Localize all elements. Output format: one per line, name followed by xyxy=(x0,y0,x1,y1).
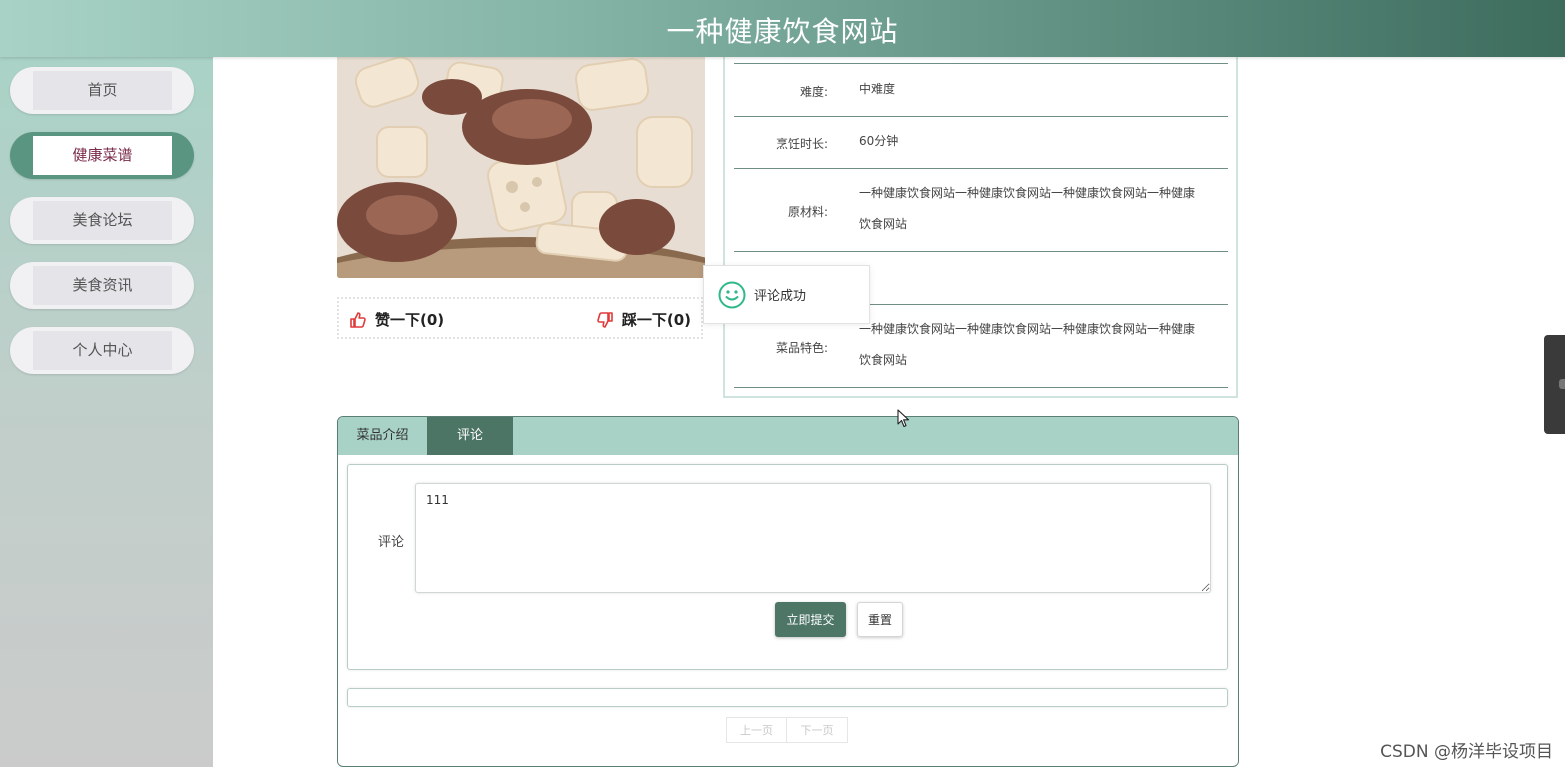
mouse-cursor-icon xyxy=(897,409,910,428)
features-value: 一种健康饮食网站一种健康饮食网站一种健康饮食网站一种健康饮食网站 xyxy=(859,322,1196,367)
pagination: 上一页 下一页 xyxy=(726,717,848,743)
comment-textarea[interactable]: 111 xyxy=(415,483,1211,593)
sidebar: 首页 健康菜谱 美食论坛 美食资讯 个人中心 xyxy=(0,57,213,767)
info-row-difficulty: 难度: 中难度 xyxy=(734,64,1228,117)
sidebar-item-label: 健康菜谱 xyxy=(33,136,172,175)
side-drawer-handle[interactable] xyxy=(1544,335,1565,434)
tab-comment[interactable]: 评论 xyxy=(427,417,513,455)
ingredients-value: 一种健康饮食网站一种健康饮食网站一种健康饮食网站一种健康饮食网站 xyxy=(859,186,1196,231)
recipe-info-card: 难度: 中难度 烹饪时长: 60分钟 原材料: 一种健康饮食网站一种健康饮食网站… xyxy=(723,57,1238,398)
sidebar-item-label: 美食论坛 xyxy=(33,201,172,240)
comment-list xyxy=(347,688,1228,707)
smile-icon xyxy=(718,281,746,308)
thumbs-down-icon xyxy=(597,311,613,328)
prev-page-button[interactable]: 上一页 xyxy=(726,717,787,743)
watermark: CSDN @杨洋毕设项目 xyxy=(1380,742,1553,762)
chevron-left-icon xyxy=(1559,379,1565,389)
tab-recipe-intro[interactable]: 菜品介绍 xyxy=(338,417,427,455)
sidebar-item-label: 美食资讯 xyxy=(33,266,172,305)
sidebar-item-user-center[interactable]: 个人中心 xyxy=(10,327,194,374)
difficulty-label: 难度: xyxy=(799,85,828,99)
recipe-tab-panel: 菜品介绍 评论 评论 111 立即提交 重置 上一页 下一页 xyxy=(337,416,1239,767)
sidebar-item-label: 个人中心 xyxy=(33,331,172,370)
sidebar-item-food-news[interactable]: 美食资讯 xyxy=(10,262,194,309)
dislike-label: 踩一下(0) xyxy=(621,311,691,329)
like-label: 赞一下(0) xyxy=(375,311,445,329)
reset-button[interactable]: 重置 xyxy=(857,602,903,637)
submit-button[interactable]: 立即提交 xyxy=(775,602,846,637)
sidebar-item-food-forum[interactable]: 美食论坛 xyxy=(10,197,194,244)
info-row-ingredients: 原材料: 一种健康饮食网站一种健康饮食网站一种健康饮食网站一种健康饮食网站 xyxy=(734,169,1228,252)
recipe-image xyxy=(337,57,705,278)
info-row-top xyxy=(734,57,1228,64)
info-row-duration: 烹饪时长: 60分钟 xyxy=(734,117,1228,169)
thumbs-up-icon xyxy=(350,311,366,328)
site-header: 一种健康饮食网站 xyxy=(0,0,1565,57)
sidebar-item-label: 首页 xyxy=(33,71,172,110)
sidebar-item-home[interactable]: 首页 xyxy=(10,67,194,114)
duration-value: 60分钟 xyxy=(859,134,899,148)
recipe-image-illustration xyxy=(337,57,705,278)
difficulty-value: 中难度 xyxy=(859,82,896,96)
tab-strip: 菜品介绍 评论 xyxy=(338,417,1238,455)
duration-label: 烹饪时长: xyxy=(775,137,828,151)
like-button[interactable]: 赞一下(0) xyxy=(349,309,444,330)
sidebar-item-healthy-recipes[interactable]: 健康菜谱 xyxy=(10,132,194,179)
next-page-button[interactable]: 下一页 xyxy=(787,717,848,743)
toast-message: 评论成功 xyxy=(754,289,807,304)
vote-bar: 赞一下(0) 踩一下(0) xyxy=(337,297,703,339)
dislike-button[interactable]: 踩一下(0) xyxy=(596,309,691,330)
comment-form: 评论 111 立即提交 重置 xyxy=(347,464,1228,670)
comment-label: 评论 xyxy=(378,535,405,550)
site-title: 一种健康饮食网站 xyxy=(666,15,899,48)
success-toast: 评论成功 xyxy=(703,265,870,324)
ingredients-label: 原材料: xyxy=(787,205,828,219)
features-label: 菜品特色: xyxy=(775,341,828,355)
